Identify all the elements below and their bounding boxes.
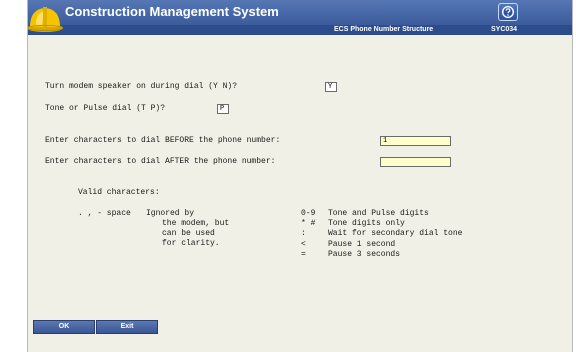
help-left-desc: Ignored by xyxy=(146,209,195,218)
after-chars-input[interactable] xyxy=(380,157,451,167)
hard-hat-logo-icon xyxy=(28,7,64,32)
after-chars-label: Enter characters to dial AFTER the phone… xyxy=(45,157,276,166)
help-right-chars: = xyxy=(301,250,306,259)
help-right-chars: : xyxy=(301,229,306,238)
left-margin xyxy=(0,0,27,352)
help-right-desc: Tone digits only xyxy=(328,219,405,228)
help-right-chars: 0-9 xyxy=(301,209,316,218)
help-left-chars: . , - space xyxy=(78,209,131,218)
exit-button[interactable]: Exit xyxy=(96,320,158,334)
speaker-label: Turn modem speaker on during dial (Y N)? xyxy=(45,82,238,91)
screen-name: ECS Phone Number Structure xyxy=(334,26,434,33)
valid-characters-heading: Valid characters: xyxy=(78,188,160,197)
app-window: Construction Management System ECS Phone… xyxy=(27,0,573,352)
help-right-desc: Tone and Pulse digits xyxy=(328,209,429,218)
speaker-input[interactable]: Y xyxy=(325,82,337,92)
help-right-desc: Pause 1 second xyxy=(328,240,396,249)
help-right-chars: * # xyxy=(301,219,316,228)
dial-mode-input[interactable]: P xyxy=(217,104,229,114)
help-right-desc: Pause 3 seconds xyxy=(328,250,401,259)
help-right-chars: < xyxy=(301,240,306,249)
help-left-desc: the modem, but xyxy=(162,219,230,228)
help-icon xyxy=(502,6,514,18)
ok-button[interactable]: OK xyxy=(33,320,95,334)
help-left-desc: for clarity. xyxy=(162,239,220,248)
help-left-desc: can be used xyxy=(162,229,215,238)
before-chars-label: Enter characters to dial BEFORE the phon… xyxy=(45,136,281,145)
screen-code: SYC034 xyxy=(491,26,518,33)
before-chars-input[interactable]: 1 xyxy=(380,136,451,146)
dial-mode-label: Tone or Pulse dial (T P)? xyxy=(45,104,166,113)
help-button[interactable] xyxy=(498,3,518,21)
app-title: Construction Management System xyxy=(65,4,279,19)
help-right-desc: Wait for secondary dial tone xyxy=(328,229,463,238)
